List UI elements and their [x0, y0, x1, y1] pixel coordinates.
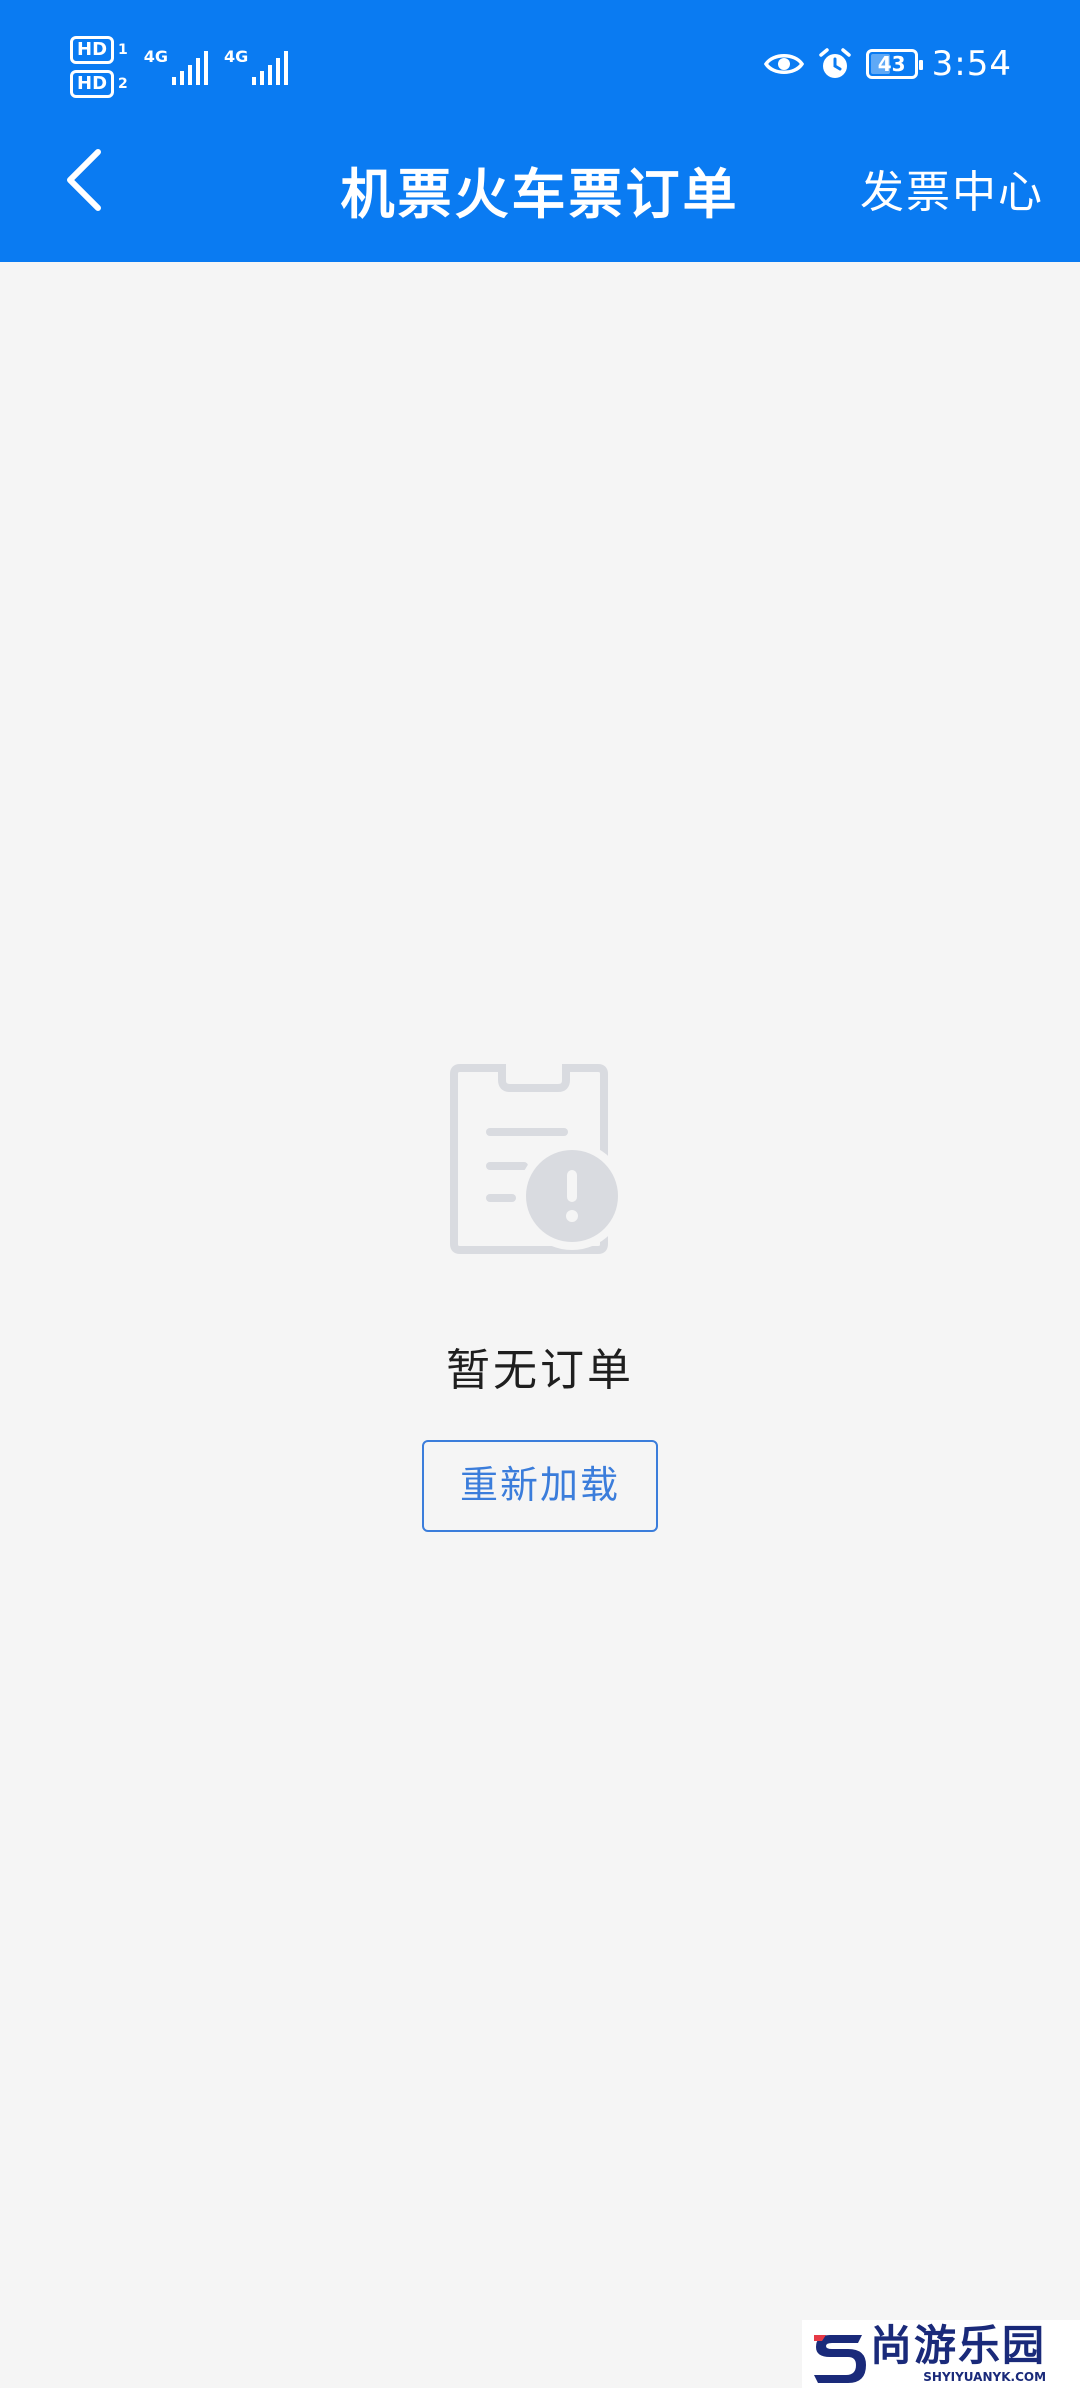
- hd-badge-2: HD: [70, 70, 115, 98]
- hd-row-2: HD 2: [70, 70, 128, 98]
- app-header: HD 1 HD 2 4G 4G 43 3:54 机票火车票订单 发票中心: [0, 0, 1080, 262]
- eye-icon: [763, 54, 804, 74]
- battery-icon: 43: [865, 49, 923, 79]
- watermark-url: SHYIYUANYK.COM: [923, 2370, 1047, 2384]
- signal-sim2: 4G: [224, 47, 289, 85]
- status-bar-right: 43 3:54: [763, 44, 1012, 84]
- watermark-text: 尚游乐园 SHYIYUANYK.COM: [870, 2321, 1047, 2384]
- network-type-1: 4G: [143, 47, 169, 66]
- reload-button[interactable]: 重新加载: [422, 1440, 658, 1532]
- invoice-center-link[interactable]: 发票中心: [860, 156, 1044, 220]
- empty-message: 暂无订单: [446, 1345, 634, 1396]
- signal-bars-icon: [252, 49, 289, 85]
- hd-row-1: HD 1: [70, 36, 128, 64]
- status-bar-left: HD 1 HD 2 4G 4G: [70, 36, 289, 98]
- watermark: 尚游乐园 SHYIYUANYK.COM: [802, 2320, 1080, 2388]
- network-type-2: 4G: [224, 47, 249, 66]
- hd-index-2: 2: [118, 76, 128, 92]
- status-time: 3:54: [931, 44, 1012, 84]
- alarm-icon: [818, 48, 851, 78]
- hd-voice-indicators: HD 1 HD 2: [70, 36, 128, 98]
- nav-bar: 机票火车票订单 发票中心: [0, 120, 1080, 262]
- watermark-logo-icon: [814, 2335, 866, 2383]
- signal-bars-icon: [172, 49, 209, 85]
- clipboard-warning-icon: [450, 1064, 626, 1254]
- hd-badge-1: HD: [70, 36, 115, 64]
- watermark-name: 尚游乐园: [870, 2321, 1047, 2370]
- battery-level: 43: [877, 52, 906, 76]
- empty-state: 暂无订单 重新加载: [0, 1060, 1080, 1532]
- signal-sim1: 4G: [143, 47, 209, 85]
- hd-index-1: 1: [118, 42, 128, 58]
- status-bar: HD 1 HD 2 4G 4G 43 3:54: [0, 0, 1080, 120]
